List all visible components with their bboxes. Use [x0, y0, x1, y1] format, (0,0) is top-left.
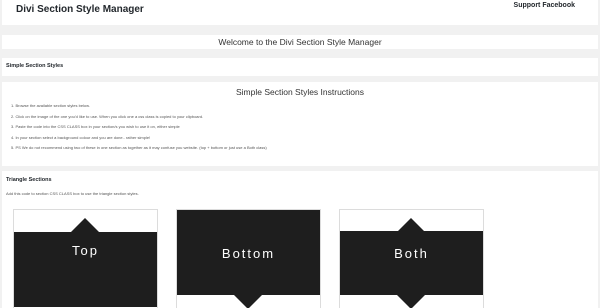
simple-section-styles-label: Simple Section Styles [6, 63, 64, 69]
instruction-step: 2. Click on the image of the one you'd l… [11, 113, 204, 119]
instructions-panel: Simple Section Styles Instructions 1. Br… [2, 82, 598, 166]
header-bar: Divi Section Style Manager Support Faceb… [2, 0, 598, 25]
instruction-step: 3. Paste the code into the CSS CLASS box… [11, 124, 180, 129]
triangle-down-shape [397, 295, 425, 308]
card-dark-block [340, 231, 483, 295]
page-title: Divi Section Style Manager [16, 4, 144, 15]
card-label: Both [394, 246, 429, 261]
welcome-banner: Welcome to the Divi Section Style Manage… [2, 35, 598, 49]
triangle-sections-panel: Triangle Sections Add this code to secti… [2, 171, 598, 308]
instruction-step: 5. PS We do not recommend using two of t… [11, 145, 267, 150]
triangle-bottom-card[interactable]: Bottom [176, 209, 321, 308]
instruction-step: 1. Browse the available section styles b… [11, 103, 90, 108]
triangle-sections-description: Add this code to section CSS CLASS box t… [6, 191, 139, 196]
instructions-title: Simple Section Styles Instructions [235, 87, 365, 97]
triangle-top-card[interactable]: Top [13, 209, 158, 308]
card-label: Bottom [221, 246, 276, 261]
triangle-sections-heading: Triangle Sections [6, 177, 52, 183]
triangle-up-shape [71, 218, 99, 232]
instruction-step: 4. In your section select a background c… [11, 134, 151, 140]
support-facebook-link[interactable]: Support Facebook [514, 2, 575, 9]
simple-section-styles-bar: Simple Section Styles [2, 58, 598, 76]
triangle-down-shape [234, 295, 262, 308]
triangle-both-card[interactable]: Both [339, 209, 484, 308]
welcome-text: Welcome to the Divi Section Style Manage… [218, 37, 382, 47]
triangle-up-shape [397, 218, 425, 232]
card-label: Top [72, 243, 99, 258]
instructions-list: 1. Browse the available section styles b… [11, 103, 267, 156]
